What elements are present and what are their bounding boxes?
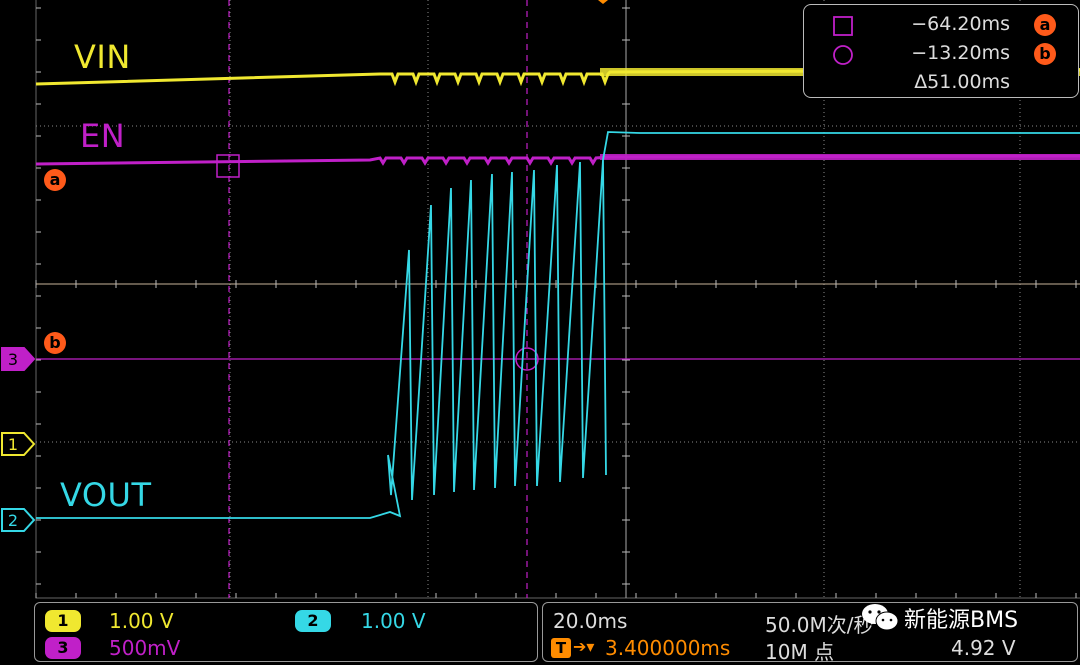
cursor-a-time: −64.20ms [911, 13, 1010, 35]
watermark: 新能源BMS [860, 600, 1078, 633]
ch2-scale: 1.00 V [361, 609, 426, 633]
trigger-level: 4.92 V [951, 636, 1016, 660]
record-length: 10M 点 [765, 640, 835, 664]
square-cursor-icon [833, 16, 853, 36]
cursor-delta-time: Δ51.00ms [914, 71, 1010, 93]
cursor-b-time: −13.20ms [911, 42, 1010, 64]
trigger-arrow-icon: ➔▾ [573, 637, 595, 656]
trigger-position-icon: T [551, 638, 571, 658]
circle-cursor-icon [833, 45, 853, 65]
ch1-level-marker[interactable]: 1 [1, 432, 36, 456]
vin-trace-label: VIN [74, 38, 131, 76]
ch1-chip[interactable]: 1 [45, 610, 81, 632]
vout-trace-label: VOUT [60, 476, 152, 514]
ch3-chip[interactable]: 3 [45, 637, 81, 659]
en-trace-band [600, 154, 1080, 160]
cursor-a-row: −64.20ms a [804, 11, 1080, 39]
svg-text:1: 1 [8, 435, 18, 454]
sample-rate: 50.0M次/秒 [765, 613, 874, 637]
cursor-a-indicator: a [1034, 14, 1056, 36]
cursor-a-square-marker [216, 154, 240, 178]
en-trace-label: EN [80, 117, 126, 155]
ch3-scale: 500mV [109, 636, 181, 660]
oscilloscope-display: 3 1 2 VIN EN VOUT a b −64.20ms a −13.20ms … [0, 0, 1080, 600]
watermark-text: 新能源BMS [904, 608, 1019, 633]
ch2-chip[interactable]: 2 [295, 610, 331, 632]
cursor-delta-row: Δ51.00ms [804, 69, 1080, 97]
cursor-a-badge[interactable]: a [44, 169, 66, 191]
ch3-level-marker[interactable]: 3 [1, 347, 36, 371]
ch1-scale: 1.00 V [109, 609, 174, 633]
cursor-readout-panel: −64.20ms a −13.20ms b Δ51.00ms [803, 4, 1079, 98]
wechat-icon [862, 604, 899, 631]
svg-text:3: 3 [8, 350, 18, 369]
cursor-b-row: −13.20ms b [804, 40, 1080, 68]
timebase-value: 20.0ms [553, 609, 628, 633]
trigger-top-marker [598, 0, 608, 4]
trigger-position: 3.400000ms [605, 636, 731, 660]
cursor-b-indicator: b [1034, 43, 1056, 65]
channel-scale-box[interactable]: 1 1.00 V 2 1.00 V 3 500mV [34, 602, 538, 662]
ch2-level-marker[interactable]: 2 [1, 508, 36, 532]
status-bar: 1 1.00 V 2 1.00 V 3 500mV 20.0ms T ➔▾ 3.… [0, 600, 1080, 664]
svg-text:2: 2 [8, 511, 18, 530]
vout-trace [36, 131, 1080, 519]
cursor-b-badge[interactable]: b [44, 332, 66, 354]
